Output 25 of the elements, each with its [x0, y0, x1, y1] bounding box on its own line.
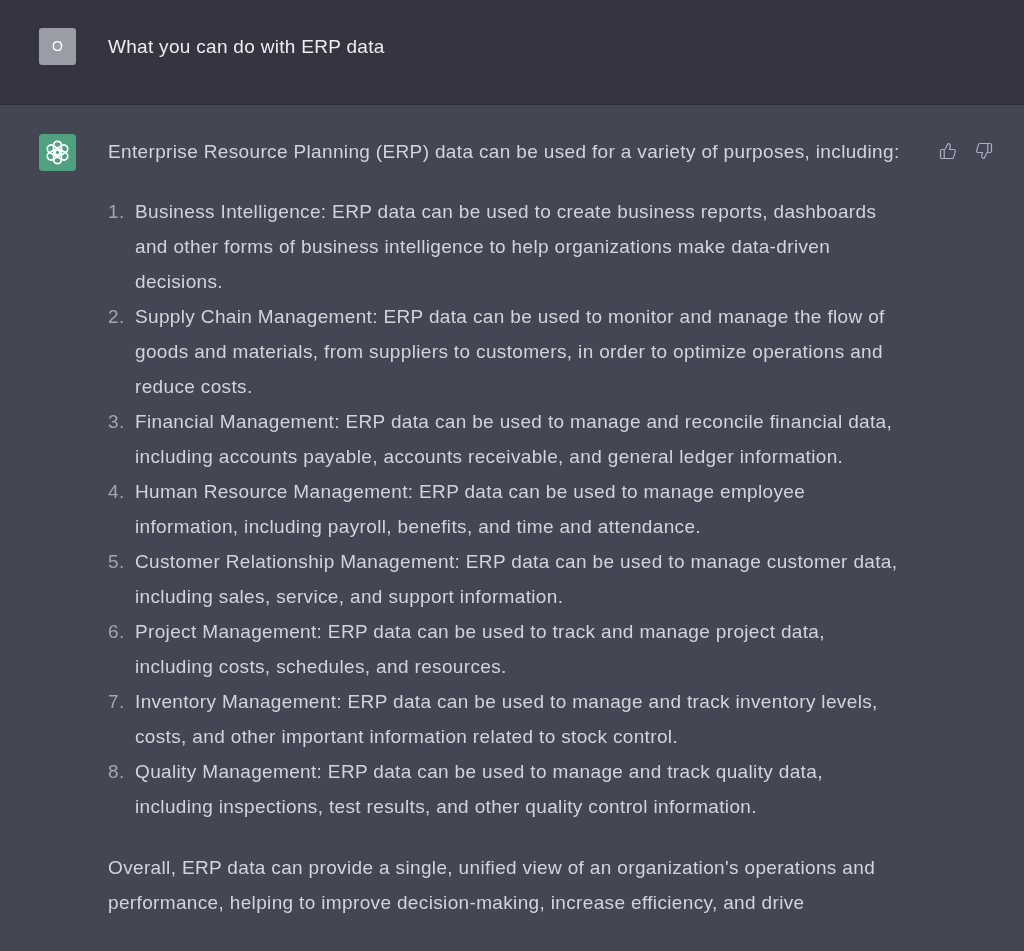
- list-item-text: Inventory Management: ERP data can be used to manage and track inventory levels, costs, and other important information related to stock control.: [135, 690, 879, 749]
- thumbs-down-icon: [975, 142, 993, 160]
- list-number: 4.: [108, 480, 126, 504]
- logo-icon: [39, 134, 76, 171]
- list-item-text: Quality Management: ERP data can be used to manage and track quality data, including inspections, test results, and other quality control information.: [135, 760, 824, 819]
- list-number: 1.: [108, 200, 126, 224]
- user-avatar: O: [39, 28, 76, 65]
- conclusion-paragraph: Overall, ERP data can provide a single, unified view of an organization's operations and performance, helping to improve decision-making, increase efficiency, and drive: [108, 856, 877, 915]
- list-number: 2.: [108, 305, 126, 329]
- thumbs-down-button[interactable]: [974, 141, 994, 161]
- list-item-text: Project Management: ERP data can be used to track and manage project data, including costs, schedules, and resources.: [135, 620, 826, 679]
- list-number: 5.: [108, 550, 126, 574]
- list-item-text: Customer Relationship Management: ERP data can be used to manage customer data, including sales, service, and support information.: [135, 550, 899, 609]
- list-number: 8.: [108, 760, 126, 784]
- thumbs-up-button[interactable]: [938, 141, 958, 161]
- list-number: 3.: [108, 410, 126, 434]
- list-item-text: Supply Chain Management: ERP data can be used to monitor and manage the flow of goods and materials, from suppliers to customers, in order to optimize operations and reduce costs.: [135, 305, 886, 399]
- user-message-text: What you can do with ERP data: [108, 35, 385, 59]
- list-item-text: Business Intelligence: ERP data can be used to create business reports, dashboards and other forms of business intelligence to help organizations make data-driven decisions.: [135, 200, 878, 294]
- list-number: 7.: [108, 690, 126, 714]
- list-number: 6.: [108, 620, 126, 644]
- list-item-text: Human Resource Management: ERP data can be used to manage employee information, including payroll, benefits, and time and attendance.: [135, 480, 807, 539]
- thumbs-up-icon: [939, 142, 957, 160]
- list-item-text: Financial Management: ERP data can be used to manage and reconcile financial data, including accounts payable, accounts receivable, and general ledger information.: [135, 410, 894, 469]
- intro-paragraph: Enterprise Resource Planning (ERP) data can be used for a variety of purposes, including:: [108, 140, 901, 164]
